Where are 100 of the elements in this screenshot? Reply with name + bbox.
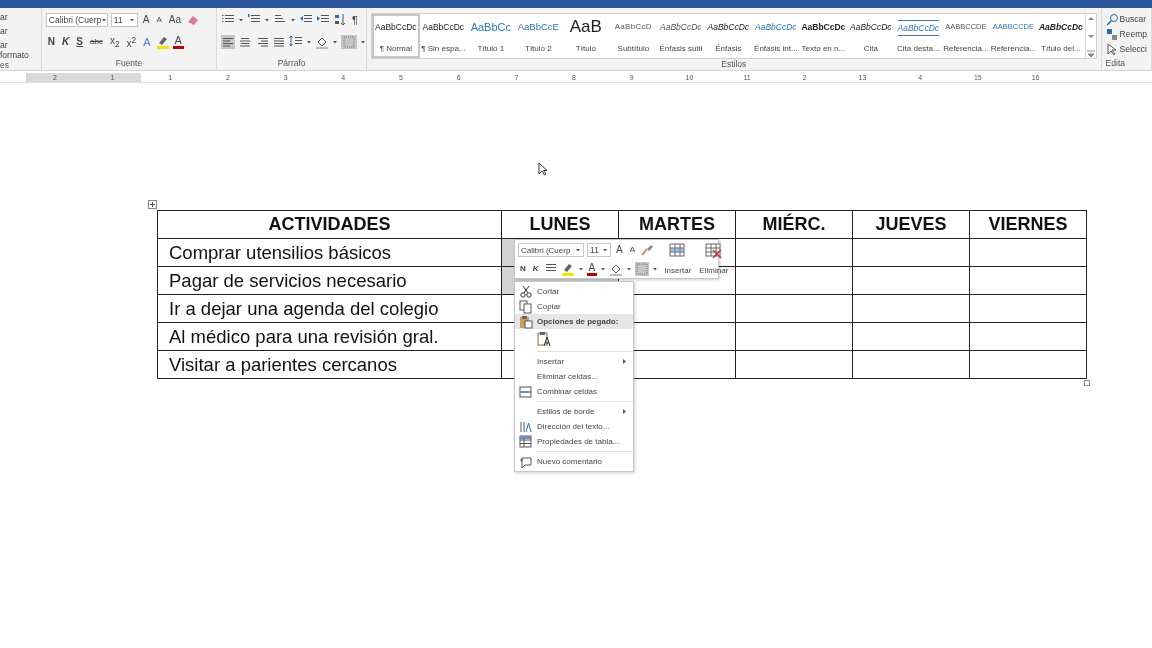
column-header: LUNES [501,210,619,239]
align-icon[interactable] [272,35,287,49]
scissors-icon [519,285,533,298]
font-color-button[interactable]: A [172,35,184,49]
menu-item[interactable]: Eliminar celdas... [515,369,633,384]
column-header: ACTIVIDADES [157,210,502,239]
replace-icon[interactable] [1105,27,1118,41]
group-label: Edita [1105,58,1125,68]
column-header: JUEVES [852,210,970,239]
style-item[interactable]: AaBbCcDc ¶ Sin espa... [419,14,468,58]
menu-item[interactable]: Copiar [515,299,633,314]
format-button[interactable]: x$^{2}$ [124,32,139,52]
menu-item[interactable]: Propiedades de tabla... [515,434,633,449]
italic-button[interactable]: K [530,262,541,276]
copy-icon [519,299,533,314]
style-item[interactable]: AaB Título [562,14,610,58]
format-button[interactable]: x$_{2}$ [107,33,122,51]
line-spacing-icon[interactable] [289,35,304,49]
show-formatting-button[interactable]: ¶ [350,13,360,27]
menu-header: Opciones de pegado: [515,314,633,329]
caret-icon[interactable] [360,39,367,45]
style-item[interactable]: AaBbCcDc Cita desta... [894,14,943,58]
grow-font-button[interactable]: A [140,13,152,27]
caret-icon[interactable] [332,39,339,45]
style-item[interactable]: AaBbCcDc Énfasis [704,14,753,58]
highlighter-icon[interactable] [155,35,170,49]
shading-icon[interactable] [609,262,624,276]
caret-icon[interactable] [306,39,313,45]
menu-item[interactable]: Cortar [515,284,633,299]
style-item[interactable]: AaBbCcDc ¶ Normal [372,14,420,58]
insert-button[interactable]: Insertar [662,243,694,275]
search-icon[interactable] [1105,12,1118,26]
comment-icon [519,454,533,469]
table-cell: Comprar utensilios básicos [157,238,502,267]
caret-icon[interactable] [264,17,271,23]
change-case-button[interactable]: Aa [166,13,184,27]
column-header: MIÉRC. [735,210,853,239]
caret-icon[interactable] [602,247,608,253]
menu-item[interactable]: Estilos de borde [515,404,633,419]
caret-icon[interactable] [652,266,659,272]
font-name-field[interactable]: Calibri (Cuerp [45,13,108,27]
clipboard-command[interactable]: ar formato [0,40,37,60]
caret-icon[interactable] [238,17,245,23]
format-button[interactable]: K [60,35,72,49]
style-item[interactable]: AaBbCcD Subtítulo [609,14,658,58]
shrink-font-button[interactable]: A [627,243,637,257]
table-cell: Visitar a parientes cercanos [157,350,502,379]
bold-button[interactable]: N [518,262,528,276]
caret-icon[interactable] [101,17,107,23]
table-cell: Pagar de servicios necesario [157,266,502,295]
table-cell: Al médico para una revisión gral. [157,322,502,351]
column-header: VIERNES [969,210,1087,239]
delete-button[interactable]: Eliminar [697,243,731,275]
font-name-field[interactable]: Calibri (Cuerp [518,243,584,257]
format-button[interactable]: S [74,35,85,49]
format-button[interactable]: abc [87,35,105,49]
font-color-button[interactable]: A [586,262,598,276]
group-label: es [0,60,9,70]
menu-item[interactable]: Dirección del texto... [515,419,633,434]
font-size-field[interactable]: 11 [110,13,138,27]
shading-icon[interactable] [315,35,330,49]
menu-item[interactable]: Combinar celdas [515,384,633,399]
eraser-icon[interactable] [186,13,201,27]
clipboard-command[interactable]: ar [0,26,37,36]
align-icon[interactable] [255,35,270,49]
menu-item[interactable]: Nuevo comentario [515,454,633,469]
style-item[interactable]: AaBbCcE Título 2 [514,14,563,58]
table-cell: Ir a dejar una agenda del colegio [157,294,502,323]
style-item[interactable]: AaBbCc Título 1 [467,14,515,58]
caret-icon[interactable] [290,17,297,23]
style-item[interactable]: AaBbCcDc Énfasis sutil [657,14,705,58]
editing-command[interactable]: Selecci [1119,44,1147,54]
grow-font-button[interactable]: A [614,243,625,257]
pointer-icon[interactable] [1105,42,1118,56]
clipboard-command[interactable]: ar [0,12,37,22]
style-item[interactable]: AaBbCcDc Título del... [1037,14,1085,58]
highlighter-icon[interactable] [560,262,575,276]
style-item[interactable]: AaBbCcDc Texto en n... [799,14,848,58]
font-size-field[interactable]: 11 [587,243,611,257]
format-button[interactable]: N [45,35,58,49]
caret-icon[interactable] [575,247,581,253]
align-icon[interactable] [238,35,253,49]
group-label: Párrafo [277,58,306,68]
paste-text-icon[interactable] [537,331,552,347]
style-item[interactable]: AaBbCcDc Cita [847,14,895,58]
group-label: Estilos [721,59,747,69]
style-item[interactable]: AaBbCcDc Énfasis int... [752,14,800,58]
caret-icon[interactable] [626,266,633,272]
editing-command[interactable]: Reemp [1119,29,1147,39]
table-resize-handle-icon[interactable] [1084,380,1090,386]
paintbrush-icon[interactable] [640,243,654,257]
text-effects-button[interactable]: A [141,35,153,49]
editing-command[interactable]: Buscar [1119,14,1147,24]
shrink-font-button[interactable]: A [154,13,164,27]
table-move-handle-icon[interactable] [148,200,157,209]
menu-item[interactable]: Insertar [515,354,633,369]
expand-gallery-icon[interactable] [1085,49,1096,58]
caret-icon[interactable] [128,17,135,23]
sort-icon[interactable] [333,13,348,27]
align-icon[interactable] [221,35,236,49]
